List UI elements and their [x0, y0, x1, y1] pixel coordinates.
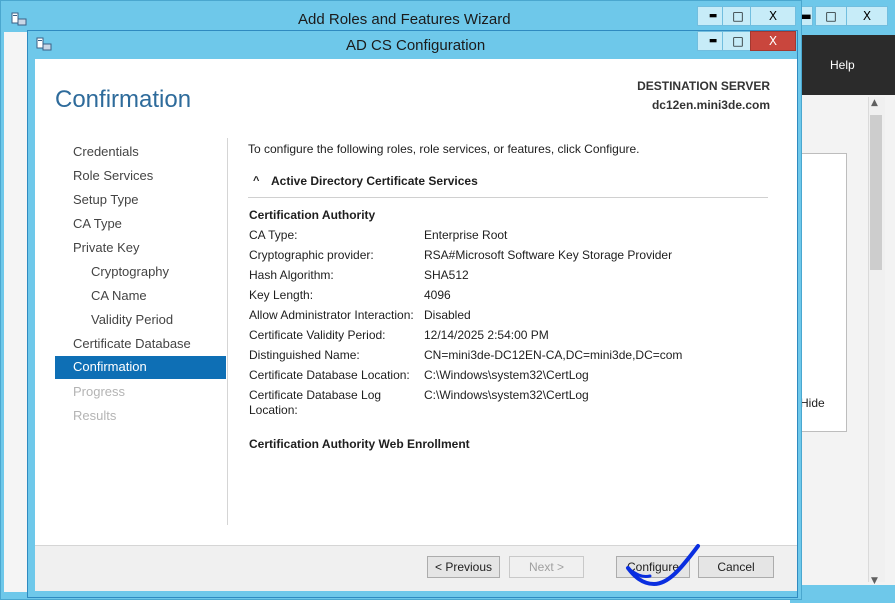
- background-close-button[interactable]: X: [846, 6, 888, 26]
- section-title[interactable]: Active Directory Certificate Services: [271, 174, 478, 188]
- group-title-web-enrollment: Certification Authority Web Enrollment: [249, 437, 470, 451]
- dialog-app-icon: [36, 36, 52, 55]
- row-label: Hash Algorithm:: [249, 268, 334, 282]
- destination-server-label: DESTINATION SERVER: [637, 79, 770, 93]
- nav-item-confirmation[interactable]: Confirmation: [55, 356, 226, 379]
- destination-server-value: dc12en.mini3de.com: [651, 98, 770, 112]
- next-button: Next >: [509, 556, 584, 578]
- nav-item-results: Results: [73, 408, 117, 423]
- row-label: Key Length:: [249, 288, 314, 302]
- hide-link[interactable]: Hide: [800, 396, 825, 410]
- intro-text: To configure the following roles, role s…: [248, 142, 640, 156]
- scrollbar-thumb[interactable]: [870, 115, 882, 270]
- wizard-close-button[interactable]: X: [750, 6, 796, 26]
- nav-item-ca-type[interactable]: CA Type: [55, 213, 226, 235]
- dialog-title: AD CS Configuration: [346, 37, 486, 54]
- nav-item-role-services[interactable]: Role Services: [55, 165, 226, 187]
- nav-item-ca-name[interactable]: CA Name: [55, 285, 226, 307]
- row-label: Certificate Database Location:: [249, 368, 410, 382]
- row-label-continued: Location:: [249, 403, 298, 417]
- nav-item-setup-type[interactable]: Setup Type: [55, 189, 226, 211]
- row-value: RSA#Microsoft Software Key Storage Provi…: [424, 248, 673, 262]
- nav-item-progress: Progress: [73, 384, 126, 399]
- row-label: Distinguished Name:: [249, 348, 360, 362]
- checkmark-annotation-icon: [626, 544, 700, 587]
- row-value: Disabled: [424, 308, 471, 322]
- row-value: C:\Windows\system32\CertLog: [424, 388, 589, 402]
- nav-item-credentials[interactable]: Credentials: [55, 141, 226, 163]
- collapse-chevron-icon[interactable]: ^: [253, 175, 259, 187]
- wizard-title: Add Roles and Features Wizard: [298, 11, 511, 28]
- background-panel: [798, 153, 847, 432]
- dialog-close-button[interactable]: X: [750, 31, 796, 51]
- row-value: C:\Windows\system32\CertLog: [424, 368, 589, 382]
- nav-item-certificate-database[interactable]: Certificate Database: [55, 333, 226, 355]
- previous-button[interactable]: < Previous: [427, 556, 500, 578]
- row-label: CA Type:: [249, 228, 298, 242]
- row-label: Allow Administrator Interaction:: [249, 308, 414, 322]
- help-menu[interactable]: Help: [830, 58, 855, 72]
- group-title-ca: Certification Authority: [249, 208, 376, 222]
- scroll-down-arrow-icon[interactable]: ▼: [871, 576, 878, 586]
- nav-item-validity-period[interactable]: Validity Period: [55, 309, 226, 331]
- row-value: 12/14/2025 2:54:00 PM: [424, 328, 549, 342]
- row-value: 4096: [424, 288, 451, 302]
- nav-divider: [227, 138, 228, 525]
- row-value: CN=mini3de-DC12EN-CA,DC=mini3de,DC=com: [424, 348, 683, 362]
- wizard-app-icon: [11, 11, 27, 30]
- nav-item-private-key[interactable]: Private Key: [55, 237, 226, 259]
- row-value: SHA512: [424, 268, 469, 282]
- page-title: Confirmation: [55, 86, 192, 113]
- row-value: Enterprise Root: [424, 228, 508, 242]
- background-maximize-button[interactable]: □: [815, 6, 847, 26]
- row-label: Certificate Validity Period:: [249, 328, 386, 342]
- row-label: Cryptographic provider:: [249, 248, 374, 262]
- row-label: Certificate Database Log: [249, 388, 382, 402]
- scroll-up-arrow-icon[interactable]: ▲: [871, 98, 878, 108]
- section-divider: [248, 197, 768, 198]
- nav-item-cryptography[interactable]: Cryptography: [55, 261, 226, 283]
